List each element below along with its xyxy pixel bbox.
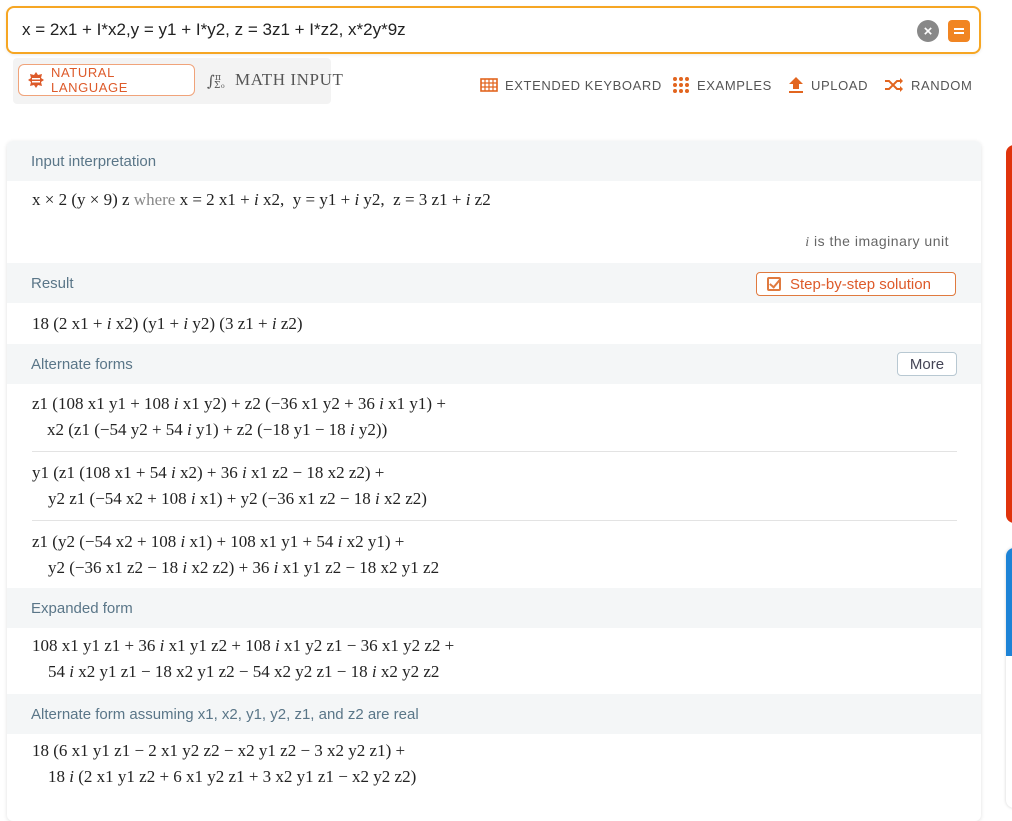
pod-title: Result [31,275,74,292]
search-input[interactable] [22,16,902,44]
grid-dots-icon [672,76,690,94]
more-label: More [909,355,945,373]
natural-language-icon [27,71,45,89]
imaginary-unit-note: i is the imaginary unit [805,233,949,250]
extended-keyboard-button[interactable]: EXTENDED KEYBOARD [480,74,662,96]
shuffle-icon [884,77,904,93]
expanded-form-line-2: 54 i x2 y1 z1 − 18 x2 y1 z2 − 54 x2 y2 z… [48,662,440,681]
pod-header-input: Input interpretation [7,141,981,181]
examples-label: EXAMPLES [697,77,772,93]
real-form-line-2: 18 i (2 x1 y1 z2 + 6 x1 y2 z1 + 3 x2 y1 … [48,767,417,786]
search-bar: × [6,6,981,54]
input-interpretation: x × 2 (y × 9) z where x = 2 x1 + i x2, y… [32,190,491,210]
alternate-form-1-line-2: x2 (z1 (−54 y2 + 54 i y1) + z2 (−18 y1 −… [47,420,388,439]
results-panel: Input interpretation x × 2 (y × 9) z whe… [7,141,981,821]
step-by-step-button[interactable]: Step-by-step solution [756,272,956,296]
pod-header-expanded: Expanded form [7,588,981,628]
random-label: RANDOM [911,77,973,93]
more-button[interactable]: More [897,352,957,376]
pod-title: Expanded form [31,600,133,617]
alternate-form-3-line-2: y2 (−36 x1 z2 − 18 i x2 z2) + 36 i x1 y1… [48,558,440,577]
math-input-icon: ∫ π Σ₀ [207,71,229,89]
pod-title: Alternate forms [31,356,133,373]
side-banner [1006,145,1012,523]
upload-label: UPLOAD [811,77,869,93]
compute-button[interactable] [948,20,970,42]
step-by-step-label: Step-by-step solution [790,275,931,293]
input-definitions: x = 2 x1 + i x2, y = y1 + i y2, z = 3 z1… [179,190,491,209]
input-expression: x × 2 (y × 9) z [32,190,130,209]
examples-button[interactable]: EXAMPLES [672,74,772,96]
alternate-form-1-line-1: z1 (108 x1 y1 + 108 i x1 y2) + z2 (−36 x… [32,394,446,413]
where-keyword: where [133,190,176,209]
keyboard-icon [480,78,498,92]
random-button[interactable]: RANDOM [884,74,972,96]
pod-header-real: Alternate form assuming x1, x2, y1, y2, … [7,694,981,734]
result-expression: 18 (2 x1 + i x2) (y1 + i y2) (3 z1 + i z… [32,314,303,333]
divider [32,520,957,521]
alternate-form-2-line-1: y1 (z1 (108 x1 + 54 i x2) + 36 i x1 z2 −… [32,463,385,482]
upload-button[interactable]: UPLOAD [788,74,868,96]
expanded-form-line-1: 108 x1 y1 z1 + 36 i x1 y1 z2 + 108 i x1 … [32,636,455,655]
alternate-form-3-line-1: z1 (y2 (−54 x2 + 108 i x1) + 108 x1 y1 +… [32,532,405,551]
real-form-line-1: 18 (6 x1 y1 z1 − 2 x1 y2 z2 − x2 y1 z2 −… [32,741,406,760]
input-mode-switch: NATURAL LANGUAGE ∫ π Σ₀ MATH INPUT [13,58,343,104]
tab-math-input-label: MATH INPUT [235,70,344,89]
pod-title: Input interpretation [31,153,157,170]
clear-button[interactable]: × [917,20,939,42]
tab-natural-language-label: NATURAL LANGUAGE [51,65,129,95]
divider [32,451,957,452]
pod-header-alternate: Alternate forms [7,344,981,384]
tab-math-input[interactable]: ∫ π Σ₀ MATH INPUT [205,64,343,96]
side-card [1006,548,1012,808]
close-icon: × [923,22,933,40]
tab-natural-language[interactable]: NATURAL LANGUAGE [18,64,195,96]
checkbox-icon [767,277,781,291]
alternate-form-2-line-2: y2 z1 (−54 x2 + 108 i x1) + y2 (−36 x1 z… [48,489,427,508]
pod-title: Alternate form assuming x1, x2, y1, y2, … [31,706,419,723]
svg-text:Σ₀: Σ₀ [214,81,225,89]
upload-icon [788,76,804,94]
extended-keyboard-label: EXTENDED KEYBOARD [505,77,662,93]
